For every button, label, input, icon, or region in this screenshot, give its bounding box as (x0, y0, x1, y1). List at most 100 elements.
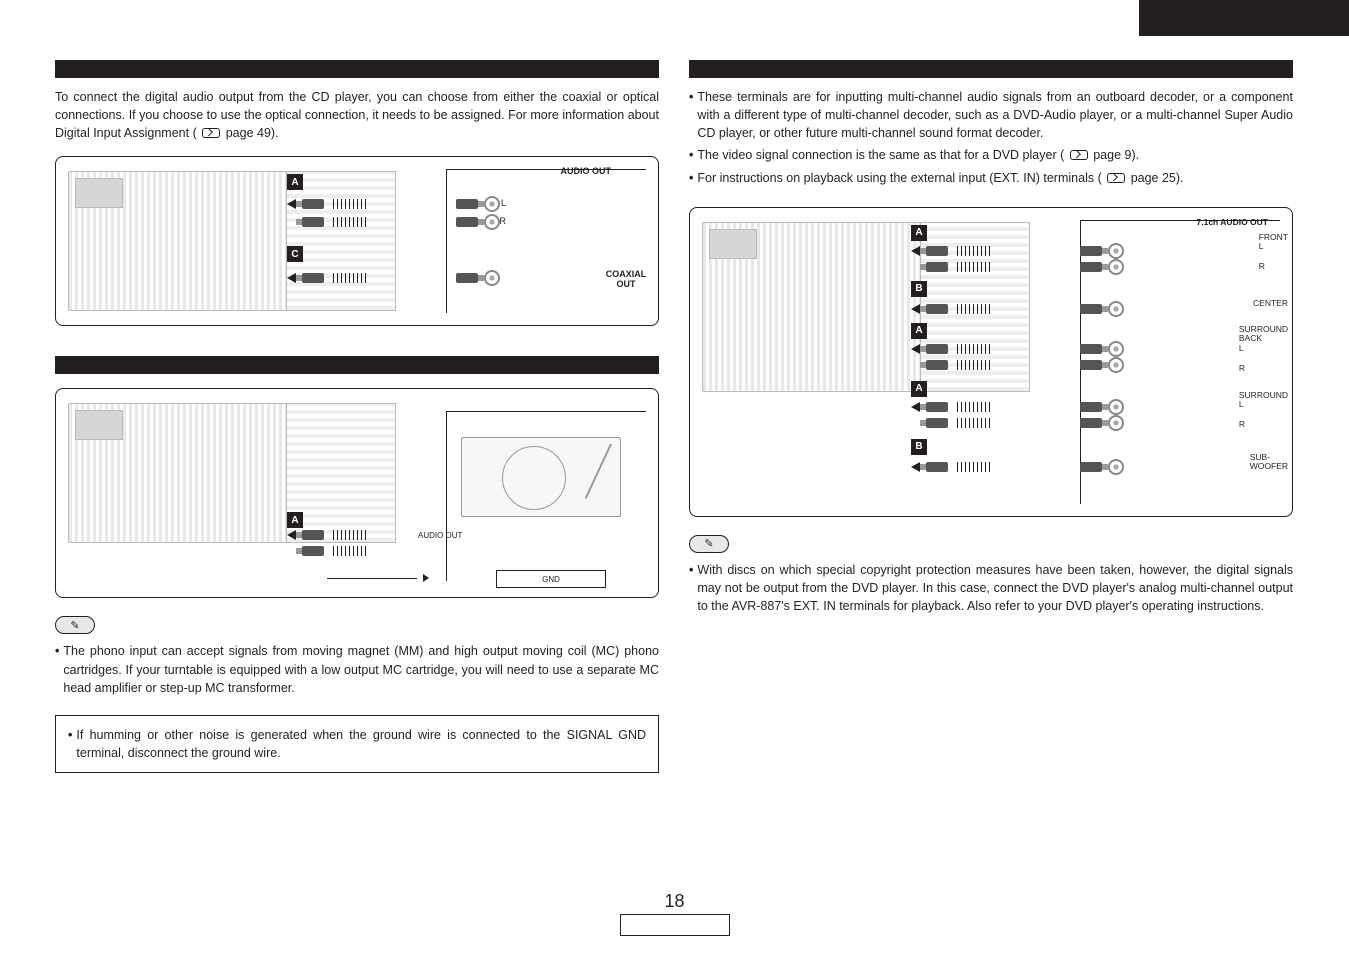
rca-jack-icon (484, 196, 500, 212)
cable-icon (954, 402, 990, 412)
label-surround: SURROUNDLR (1239, 391, 1288, 430)
bullet-icon: • (689, 561, 693, 579)
ext-in-diagram: 7.1ch AUDIO OUT A FRONT L R (689, 207, 1293, 517)
turntable-glyph (461, 437, 621, 517)
cd-connection-diagram: AUDIO OUT A L (55, 156, 659, 326)
rca-plug-icon (926, 462, 948, 472)
label-center: CENTER (1253, 299, 1288, 309)
section-bar-phono (55, 356, 659, 374)
rca-plug-icon (926, 402, 948, 412)
ext-bullet-1: • These terminals are for inputting mult… (689, 88, 1293, 142)
arrow-icon (423, 574, 429, 582)
marker-b: B (911, 281, 927, 297)
label-r: R (500, 216, 507, 226)
ext-bullet-2: • The video signal connection is the sam… (689, 146, 1293, 164)
rca-plug-icon (1080, 262, 1102, 272)
marker-a: A (911, 381, 927, 397)
cd-player-box: AUDIO OUT A L (446, 169, 646, 313)
arrow-icon (911, 402, 920, 412)
label-surround-back: SURROUND BACKLR (1239, 325, 1288, 374)
note-icon (55, 616, 95, 634)
note-icon (689, 535, 729, 553)
rca-plug-icon (926, 418, 948, 428)
label-audio-out: AUDIO OUT (561, 166, 612, 176)
rca-jack-icon (1108, 341, 1124, 357)
arrow-icon (911, 246, 920, 256)
label-subwoofer: SUB- WOOFER (1250, 453, 1288, 473)
bullet-icon: • (55, 642, 59, 660)
right-column: • These terminals are for inputting mult… (689, 60, 1293, 773)
cable-icon (954, 304, 990, 314)
rca-jack-icon (1108, 357, 1124, 373)
cable-icon (330, 530, 366, 540)
page-ref-icon (202, 128, 220, 138)
ext-note: • With discs on which special copyright … (689, 561, 1293, 615)
turntable-box: A AUDIO OUT (446, 411, 646, 581)
rca-plug-icon (926, 344, 948, 354)
label-front: FRONT L R (1259, 233, 1288, 272)
cable-icon (330, 199, 366, 209)
marker-c: C (287, 246, 303, 262)
label-audio-out: AUDIO OUT (418, 531, 462, 540)
arrow-icon (287, 273, 296, 283)
rca-plug-icon (1080, 344, 1102, 354)
cable-icon (954, 418, 990, 428)
rca-plug-icon (456, 217, 478, 227)
page-ref-icon (1107, 173, 1125, 183)
rca-plug-icon (1080, 360, 1102, 370)
rca-plug-icon (1080, 402, 1102, 412)
cable-icon (954, 344, 990, 354)
page-ref-icon (1070, 150, 1088, 160)
rca-plug-icon (926, 304, 948, 314)
side-tab (1139, 0, 1349, 36)
cd-intro: To connect the digital audio output from… (55, 88, 659, 142)
rca-plug-icon (1080, 246, 1102, 256)
marker-b: B (911, 439, 927, 455)
left-column: To connect the digital audio output from… (55, 60, 659, 773)
marker-a: A (287, 174, 303, 190)
cable-icon (330, 217, 366, 227)
rca-jack-icon (484, 214, 500, 230)
ext-bullet-3: • For instructions on playback using the… (689, 169, 1293, 187)
section-bar-cd (55, 60, 659, 78)
label-71-audio-out: 7.1ch AUDIO OUT (1197, 217, 1268, 227)
section-bar-ext-in (689, 60, 1293, 78)
marker-a: A (911, 323, 927, 339)
arrow-icon (287, 199, 296, 209)
bullet-icon: • (689, 146, 693, 164)
receiver-extra-glyph (286, 171, 396, 311)
page-number: 18 (620, 891, 730, 912)
cable-icon (954, 246, 990, 256)
phono-connection-diagram: A AUDIO OUT (55, 388, 659, 598)
rca-plug-icon (302, 217, 324, 227)
rca-plug-icon (456, 199, 478, 209)
rca-plug-icon (926, 360, 948, 370)
rca-jack-icon (1108, 415, 1124, 431)
arrow-icon (911, 462, 920, 472)
rca-plug-icon (302, 546, 324, 556)
rca-plug-icon (1080, 462, 1102, 472)
cd-intro-post: page 49). (226, 126, 279, 140)
arrow-icon (911, 344, 920, 354)
marker-a: A (287, 512, 303, 528)
rca-jack-icon (1108, 459, 1124, 475)
phono-note: • The phono input can accept signals fro… (55, 642, 659, 696)
bullet-icon: • (689, 169, 693, 187)
marker-a: A (911, 225, 927, 241)
rca-plug-icon (302, 199, 324, 209)
cable-icon (330, 273, 366, 283)
cable-icon (954, 262, 990, 272)
rca-jack-icon (1108, 399, 1124, 415)
page-footer: 18 (620, 891, 730, 936)
rca-plug-icon (926, 246, 948, 256)
coax-plug-icon (456, 273, 478, 283)
cd-intro-pre: To connect the digital audio output from… (55, 90, 659, 140)
rca-jack-icon (1108, 301, 1124, 317)
cable-icon (954, 462, 990, 472)
label-l: L (501, 198, 506, 208)
arrow-icon (287, 530, 296, 540)
cable-icon (954, 360, 990, 370)
bullet-icon: • (68, 726, 72, 744)
label-coax-out: COAXIAL OUT (601, 270, 651, 290)
rca-plug-icon (302, 530, 324, 540)
